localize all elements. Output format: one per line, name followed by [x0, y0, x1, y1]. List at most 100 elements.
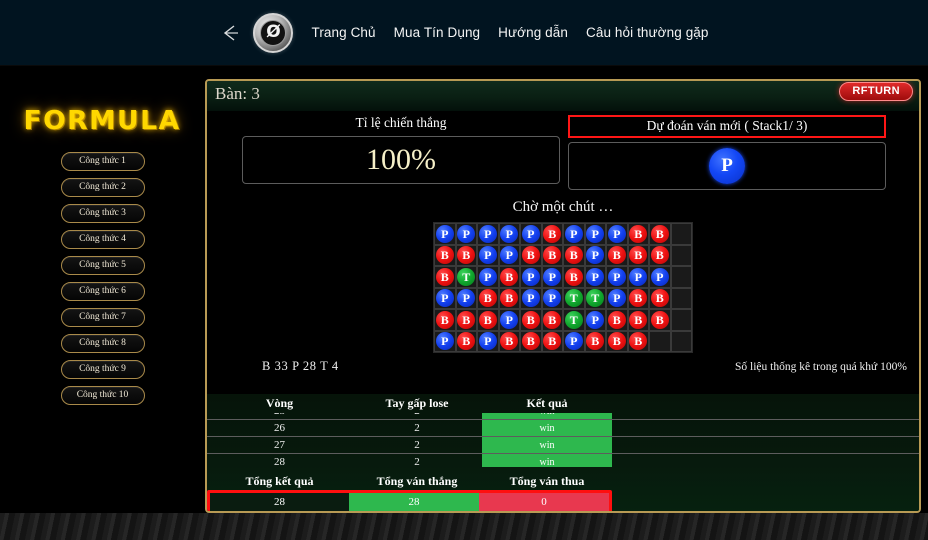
bead-cell-empty — [670, 330, 692, 352]
bead-p: P — [435, 224, 454, 243]
bead-cell: B — [563, 266, 585, 288]
table-row: 26 2 win — [207, 419, 919, 437]
summary-losses-value: 0 — [479, 493, 609, 511]
bead-road-grid: PPPPPBPPPBBBBPPBBBPBBBBTPBPPBPPPPPPBBPPT… — [433, 222, 693, 353]
bead-cell: B — [434, 309, 456, 331]
bead-cell: P — [434, 330, 456, 352]
bead-cell: P — [520, 287, 542, 309]
bead-b: B — [435, 267, 454, 286]
bead-cell-empty — [649, 330, 671, 352]
results-header-row: Vòng Tay gấp lose Kết quả — [207, 396, 919, 413]
bead-p: P — [586, 310, 605, 329]
bead-p: P — [586, 246, 605, 265]
bead-p: P — [607, 267, 626, 286]
bead-b: B — [564, 246, 583, 265]
column-header-spacer — [612, 396, 919, 413]
bead-b: B — [629, 332, 648, 351]
bead-cell: P — [520, 266, 542, 288]
bead-cell: B — [606, 244, 628, 266]
bead-b: B — [457, 246, 476, 265]
bead-cell: B — [434, 266, 456, 288]
bead-cell-empty — [670, 309, 692, 331]
bead-cell: B — [498, 287, 520, 309]
nav-link-guide[interactable]: Hướng dẫn — [498, 25, 568, 40]
bead-p: P — [457, 224, 476, 243]
sidebar-item-formula-6[interactable]: Công thức 6 — [60, 282, 145, 301]
bead-cell: B — [627, 223, 649, 245]
bead-cell: P — [584, 244, 606, 266]
bead-b: B — [629, 246, 648, 265]
nav-link-faq[interactable]: Câu hỏi thường gặp — [586, 25, 709, 40]
bead-cell-empty — [670, 287, 692, 309]
bead-p: P — [500, 246, 519, 265]
bead-cell: P — [455, 223, 477, 245]
bead-cell: B — [649, 244, 671, 266]
bead-cell: P — [627, 266, 649, 288]
sidebar-item-formula-7[interactable]: Công thức 7 — [60, 308, 145, 327]
bead-cell: B — [563, 244, 585, 266]
back-arrow-icon[interactable] — [219, 22, 241, 44]
column-header-round: Vòng — [265, 396, 294, 410]
win-rate-value: 100% — [366, 143, 436, 176]
bead-b: B — [607, 246, 626, 265]
bead-cell: P — [541, 287, 563, 309]
bead-b: B — [457, 310, 476, 329]
sidebar-item-formula-5[interactable]: Công thức 5 — [60, 256, 145, 275]
bead-cell: T — [563, 309, 585, 331]
sidebar-item-formula-4[interactable]: Công thức 4 — [60, 230, 145, 249]
sidebar-item-formula-10[interactable]: Công thức 10 — [60, 386, 145, 405]
sidebar-item-formula-9[interactable]: Công thức 9 — [60, 360, 145, 379]
prediction-box: P — [568, 142, 886, 190]
bead-cell-empty — [670, 223, 692, 245]
bead-road-wrapper: PPPPPBPPPBBBBPPBBBPBBBBTPBPPBPPPPPPBBPPT… — [207, 222, 919, 353]
bead-p: P — [543, 267, 562, 286]
bead-b: B — [650, 310, 669, 329]
app-root: Ø Trang Chủ Mua Tín Dụng Hướng dẫn Câu h… — [0, 0, 928, 540]
nav-link-home[interactable]: Trang Chủ — [311, 25, 375, 40]
sidebar-item-formula-2[interactable]: Công thức 2 — [60, 178, 145, 197]
bead-cell: B — [520, 244, 542, 266]
bead-b: B — [521, 332, 540, 351]
bead-cell: B — [520, 309, 542, 331]
top-metrics-row: Tỉ lệ chiến thắng 100% Dự đoán ván mới (… — [207, 111, 919, 190]
brand-logo-icon[interactable]: Ø — [253, 12, 294, 53]
summary-header-row: Tổng kết quả Tổng ván thắng Tổng ván thu… — [207, 474, 919, 489]
bead-p: P — [457, 289, 476, 308]
win-rate-box: 100% — [242, 136, 560, 184]
bead-cell: B — [520, 330, 542, 352]
table-row: 27 2 win — [207, 436, 919, 454]
cell-spacer — [612, 419, 919, 437]
summary-total-value: 28 — [210, 493, 349, 511]
bead-cell: B — [627, 287, 649, 309]
bead-p: P — [564, 224, 583, 243]
bead-cell: P — [477, 266, 499, 288]
summary-header-wins: Tổng ván thắng — [376, 474, 458, 488]
bead-cell: B — [627, 330, 649, 352]
refresh-turn-button[interactable]: RFTURN — [839, 82, 913, 101]
bead-cell: P — [606, 223, 628, 245]
bead-cell: B — [541, 244, 563, 266]
sidebar-item-formula-1[interactable]: Công thức 1 — [60, 152, 145, 171]
nav-link-buy-credit[interactable]: Mua Tín Dụng — [394, 25, 481, 40]
bead-cell: B — [455, 244, 477, 266]
results-rows-scroll[interactable]: 252win262win272win282win — [207, 413, 919, 467]
bead-cell: B — [584, 330, 606, 352]
bead-b: B — [500, 289, 519, 308]
bead-cell: P — [434, 223, 456, 245]
bead-p: P — [478, 246, 497, 265]
bead-b: B — [500, 332, 519, 351]
bead-b: B — [521, 246, 540, 265]
bead-cell: B — [606, 309, 628, 331]
bead-b: B — [650, 224, 669, 243]
bead-cell: B — [477, 309, 499, 331]
bead-b: B — [543, 310, 562, 329]
bead-cell: T — [563, 287, 585, 309]
sidebar-item-formula-8[interactable]: Công thức 8 — [60, 334, 145, 353]
results-section: Vòng Tay gấp lose Kết quả 252win262win27… — [207, 394, 919, 511]
bead-p: P — [478, 224, 497, 243]
bead-b: B — [629, 224, 648, 243]
summary-header-losses: Tổng ván thua — [509, 474, 585, 488]
bead-p: P — [586, 267, 605, 286]
bead-cell: B — [627, 244, 649, 266]
sidebar-item-formula-3[interactable]: Công thức 3 — [60, 204, 145, 223]
